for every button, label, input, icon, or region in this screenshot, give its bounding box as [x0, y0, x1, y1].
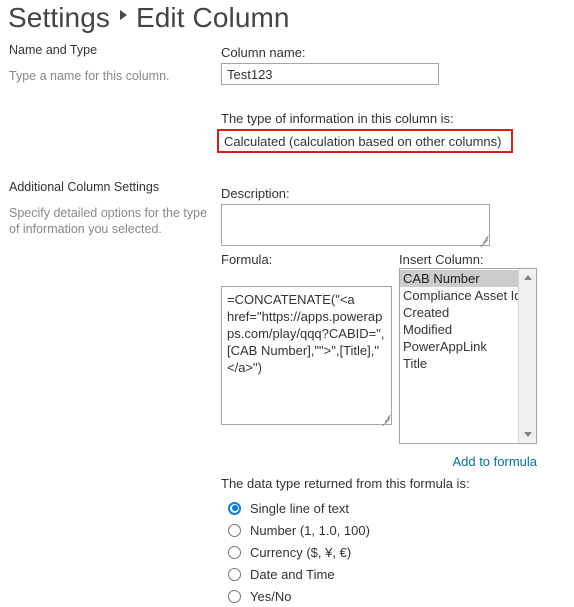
- formula-label: Formula:: [221, 252, 273, 267]
- data-type-label: The data type returned from this formula…: [221, 476, 470, 491]
- breadcrumb: Settings Edit Column: [8, 2, 290, 34]
- radio-button[interactable]: [228, 523, 241, 537]
- section-title: Name and Type: [9, 43, 98, 57]
- data-type-radio-row[interactable]: Yes/No: [228, 585, 370, 607]
- type-of-information-value[interactable]: Calculated (calculation based on other c…: [224, 134, 502, 149]
- section-description: Type a name for this column.: [9, 69, 170, 83]
- data-type-radio-label: Yes/No: [250, 588, 292, 604]
- section-description: Specify detailed options for the type of…: [9, 206, 208, 236]
- insert-column-option[interactable]: Modified: [400, 321, 518, 338]
- data-type-radio-row[interactable]: Number (1, 1.0, 100): [228, 519, 370, 541]
- insert-column-option[interactable]: Created: [400, 304, 518, 321]
- data-type-radio-row[interactable]: Currency ($, ¥, €): [228, 541, 370, 563]
- data-type-radio-label: Number (1, 1.0, 100): [250, 522, 370, 538]
- radio-button[interactable]: [228, 589, 241, 603]
- insert-column-listbox[interactable]: CAB Number Compliance Asset Id Created Modi…: [399, 268, 537, 444]
- section-additional-column-settings: Additional Column Settings Specify detai…: [9, 179, 209, 237]
- insert-column-option[interactable]: CAB Number: [400, 270, 518, 287]
- insert-column-option[interactable]: Title: [400, 355, 518, 372]
- data-type-radio-row[interactable]: Date and Time: [228, 563, 370, 585]
- add-to-formula-link[interactable]: Add to formula: [447, 454, 537, 469]
- breadcrumb-settings[interactable]: Settings: [8, 2, 110, 34]
- data-type-radio-label: Currency ($, ¥, €): [250, 544, 352, 560]
- description-label: Description:: [221, 186, 290, 201]
- data-type-radio-label: Date and Time: [250, 566, 335, 582]
- insert-column-option-list: CAB Number Compliance Asset Id Created Modi…: [400, 269, 518, 443]
- column-name-input[interactable]: [221, 63, 439, 85]
- triangle-right-icon: [119, 10, 127, 20]
- triangle-up-icon[interactable]: [519, 269, 536, 286]
- radio-button[interactable]: [228, 545, 241, 559]
- radio-button[interactable]: [228, 567, 241, 581]
- listbox-scrollbar[interactable]: [518, 269, 536, 443]
- insert-column-option[interactable]: Compliance Asset Id: [400, 287, 518, 304]
- triangle-down-icon[interactable]: [519, 426, 536, 443]
- description-textarea[interactable]: [221, 204, 490, 246]
- section-title: Additional Column Settings: [9, 180, 160, 194]
- column-name-label: Column name:: [221, 45, 306, 60]
- data-type-radio-label: Single line of text: [250, 500, 350, 516]
- section-name-and-type: Name and Type Type a name for this colum…: [9, 42, 209, 84]
- insert-column-label: Insert Column:: [399, 252, 484, 267]
- radio-button[interactable]: [228, 501, 241, 515]
- insert-column-option[interactable]: PowerAppLink: [400, 338, 518, 355]
- page-title: Edit Column: [135, 2, 290, 33]
- type-of-information-label: The type of information in this column i…: [221, 111, 454, 126]
- data-type-radio-row[interactable]: Single line of text: [228, 497, 370, 519]
- formula-textarea[interactable]: [221, 286, 392, 425]
- data-type-radio-group: Single line of text Number (1, 1.0, 100) C…: [228, 497, 370, 607]
